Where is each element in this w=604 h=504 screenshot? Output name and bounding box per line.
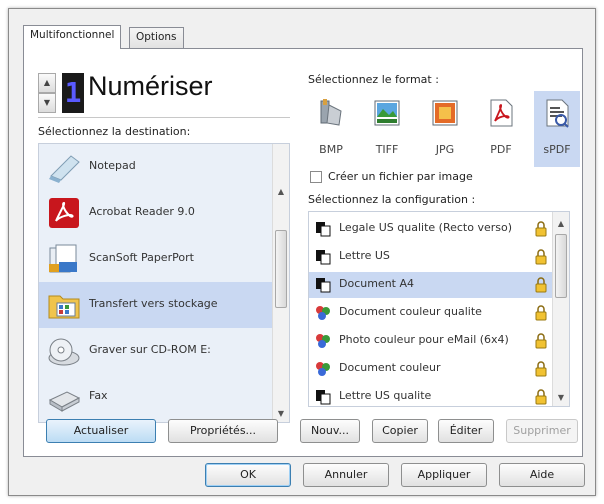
jpg-icon xyxy=(432,100,458,126)
spinner-down-button[interactable]: ▼ xyxy=(38,93,56,113)
lock-icon xyxy=(535,333,547,349)
apply-button[interactable]: Appliquer xyxy=(401,463,487,487)
configuration-item-document-couleur-qualite[interactable]: Document couleur qualite xyxy=(309,300,553,326)
bw-document-icon xyxy=(316,278,331,293)
one-file-per-image-checkbox[interactable] xyxy=(310,171,322,183)
bw-document-icon xyxy=(316,250,331,265)
destination-item-notepad[interactable]: Notepad xyxy=(39,144,273,190)
configuration-item-label: Document couleur xyxy=(339,361,441,374)
ok-button[interactable]: OK xyxy=(205,463,291,487)
configuration-item-label: Lettre US xyxy=(339,249,390,262)
copy-button[interactable]: Copier xyxy=(372,419,428,443)
destination-list: Notepad Acrobat Reader 9.0 ScanSoft Pape… xyxy=(38,143,290,423)
configuration-item-photo-couleur[interactable]: Photo couleur pour eMail (6x4) xyxy=(309,328,553,354)
tiff-icon xyxy=(374,100,400,126)
cd-rom-icon xyxy=(48,338,80,366)
destination-item-label: Notepad xyxy=(89,159,136,172)
scan-settings-dialog: Multifonctionnel Options ▲ ▼ 1 Numériser… xyxy=(8,8,596,496)
configuration-scroll-thumb[interactable] xyxy=(555,234,567,298)
destination-item-label: Transfert vers stockage xyxy=(89,297,218,310)
destination-scroll-thumb[interactable] xyxy=(275,230,287,308)
paperport-icon xyxy=(49,244,77,273)
tab-panel: ▲ ▼ 1 Numériser Sélectionnez la destinat… xyxy=(23,48,583,457)
destination-item-acrobat-reader[interactable]: Acrobat Reader 9.0 xyxy=(39,190,273,236)
format-option-label: BMP xyxy=(319,143,343,156)
format-option-tiff[interactable]: TIFF xyxy=(364,91,410,167)
destination-scrollbar[interactable]: ▲ ▼ xyxy=(272,144,289,422)
title-divider xyxy=(38,117,290,118)
configuration-label: Sélectionnez la configuration : xyxy=(308,193,476,206)
format-selector: BMP TIFF JPG PDF sPDF xyxy=(308,91,586,167)
new-button[interactable]: Nouv... xyxy=(300,419,360,443)
help-button[interactable]: Aide xyxy=(499,463,585,487)
format-option-label: JPG xyxy=(435,143,455,156)
format-option-spdf[interactable]: sPDF xyxy=(534,91,580,167)
format-option-pdf[interactable]: PDF xyxy=(478,91,524,167)
counter-spinner: ▲ ▼ xyxy=(38,73,56,113)
destination-item-storage-transfer[interactable]: Transfert vers stockage xyxy=(39,282,273,328)
pdf-icon xyxy=(490,99,513,127)
configuration-item-label: Photo couleur pour eMail (6x4) xyxy=(339,333,509,346)
configuration-item-lettre-us[interactable]: Lettre US xyxy=(309,244,553,270)
cancel-button[interactable]: Annuler xyxy=(303,463,389,487)
bw-document-icon xyxy=(316,390,331,405)
configuration-list: Legale US qualite (Recto verso) Lettre U… xyxy=(308,211,570,407)
configuration-item-lettre-us-qualite[interactable]: Lettre US qualite xyxy=(309,384,553,406)
lock-icon xyxy=(535,249,547,265)
edit-button[interactable]: Éditer xyxy=(438,419,494,443)
one-file-per-image-label: Créer un fichier par image xyxy=(328,170,473,183)
format-option-bmp[interactable]: BMP xyxy=(308,91,354,167)
color-document-icon xyxy=(316,334,330,348)
configuration-scrollbar[interactable]: ▲ ▼ xyxy=(552,212,569,406)
configuration-item-document-couleur[interactable]: Document couleur xyxy=(309,356,553,382)
format-option-label: PDF xyxy=(490,143,512,156)
configuration-item-document-a4[interactable]: Document A4 xyxy=(309,272,553,298)
format-option-jpg[interactable]: JPG xyxy=(422,91,468,167)
configuration-item-label: Legale US qualite (Recto verso) xyxy=(339,221,513,234)
configuration-item-legale-us[interactable]: Legale US qualite (Recto verso) xyxy=(309,216,553,242)
refresh-button[interactable]: Actualiser xyxy=(46,419,156,443)
format-label: Sélectionnez le format : xyxy=(308,73,439,86)
bw-document-icon xyxy=(316,222,331,237)
lock-icon xyxy=(535,361,547,377)
spinner-up-button[interactable]: ▲ xyxy=(38,73,56,93)
destination-item-label: Graver sur CD-ROM E: xyxy=(89,343,211,356)
color-document-icon xyxy=(316,362,330,376)
destination-item-fax[interactable]: Fax xyxy=(39,374,273,420)
spdf-icon xyxy=(546,99,569,128)
scroll-up-arrow-icon[interactable]: ▲ xyxy=(553,216,569,232)
fax-icon xyxy=(48,391,81,412)
properties-button[interactable]: Propriétés... xyxy=(168,419,278,443)
lock-icon xyxy=(535,221,547,237)
configuration-item-label: Lettre US qualite xyxy=(339,389,432,402)
destination-label: Sélectionnez la destination: xyxy=(38,125,191,138)
tab-multifonctionnel[interactable]: Multifonctionnel xyxy=(23,25,122,49)
storage-transfer-icon xyxy=(48,295,80,319)
scroll-up-arrow-icon[interactable]: ▲ xyxy=(273,184,289,200)
format-option-label: TIFF xyxy=(375,143,399,156)
delete-button[interactable]: Supprimer xyxy=(506,419,578,443)
scan-title: Numériser xyxy=(88,71,213,101)
lock-icon xyxy=(535,277,547,293)
scan-counter-display: 1 xyxy=(62,73,84,113)
destination-item-label: Fax xyxy=(89,389,108,402)
destination-item-label: ScanSoft PaperPort xyxy=(89,251,194,264)
scroll-down-arrow-icon[interactable]: ▼ xyxy=(553,390,569,406)
notepad-icon xyxy=(49,155,80,183)
configuration-item-label: Document A4 xyxy=(339,277,415,290)
destination-item-label: Acrobat Reader 9.0 xyxy=(89,205,195,218)
acrobat-icon xyxy=(49,198,79,228)
color-document-icon xyxy=(316,306,330,320)
lock-icon xyxy=(535,389,547,405)
lock-icon xyxy=(535,305,547,321)
format-option-label: sPDF xyxy=(543,143,571,156)
tab-options[interactable]: Options xyxy=(129,27,184,48)
bmp-icon xyxy=(320,99,342,126)
destination-item-paperport[interactable]: ScanSoft PaperPort xyxy=(39,236,273,282)
destination-item-cd-rom[interactable]: Graver sur CD-ROM E: xyxy=(39,328,273,374)
configuration-item-label: Document couleur qualite xyxy=(339,305,482,318)
